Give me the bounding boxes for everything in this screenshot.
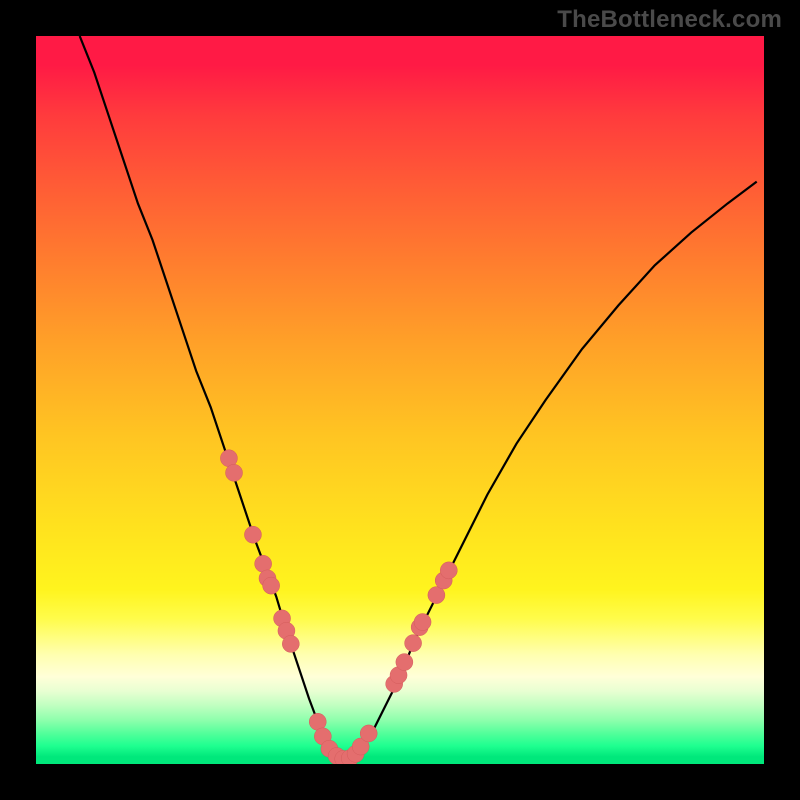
data-marker bbox=[414, 614, 431, 631]
curve-layer bbox=[36, 36, 764, 764]
chart-frame: TheBottleneck.com bbox=[0, 0, 800, 800]
plot-area bbox=[36, 36, 764, 764]
watermark-text: TheBottleneck.com bbox=[557, 6, 782, 34]
data-marker bbox=[396, 654, 413, 671]
data-marker bbox=[440, 562, 457, 579]
data-markers bbox=[220, 450, 457, 764]
bottleneck-curve bbox=[80, 36, 757, 760]
data-marker bbox=[244, 526, 261, 543]
data-marker bbox=[255, 555, 272, 572]
data-marker bbox=[405, 635, 422, 652]
data-marker bbox=[360, 725, 377, 742]
data-marker bbox=[282, 635, 299, 652]
data-marker bbox=[226, 464, 243, 481]
data-marker bbox=[263, 577, 280, 594]
